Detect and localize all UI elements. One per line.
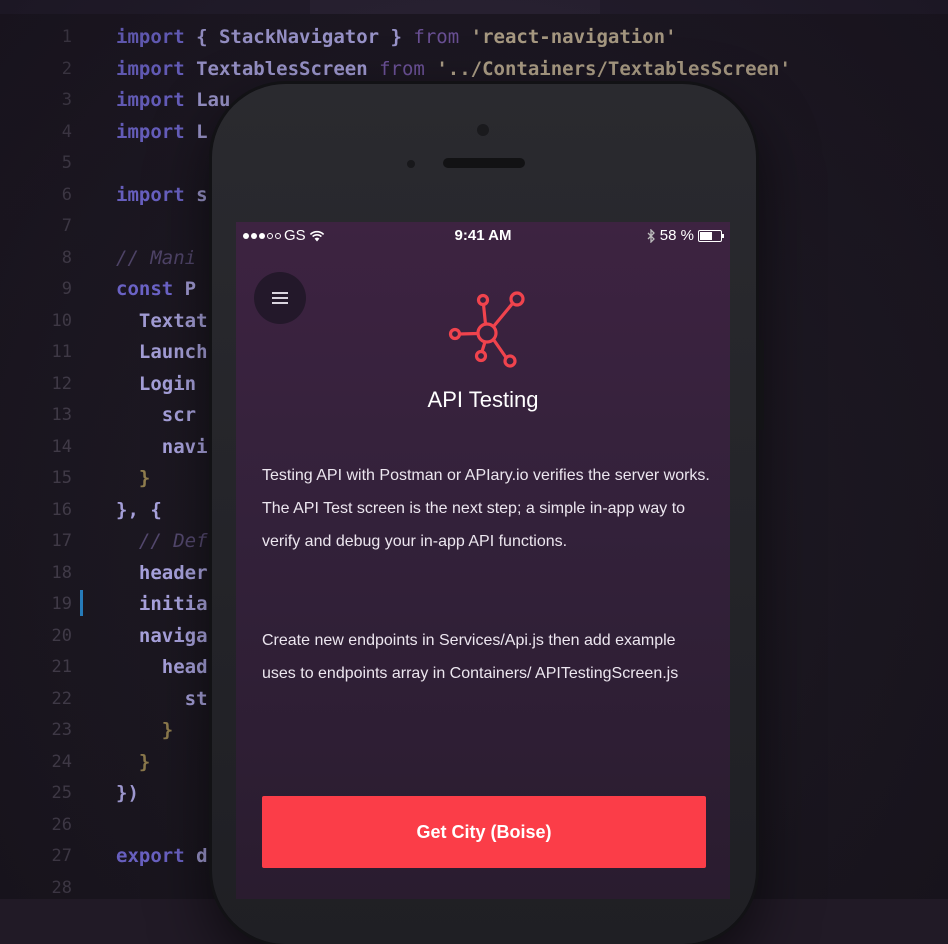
instructions-paragraph: Create new endpoints in Services/Api.js … bbox=[262, 632, 679, 682]
network-nodes-icon bbox=[448, 291, 525, 368]
battery-icon bbox=[698, 229, 724, 242]
earpiece-speaker bbox=[443, 158, 525, 168]
page-title: API Testing bbox=[427, 387, 539, 412]
description-paragraph: Testing API with Postman or APIary.io ve… bbox=[262, 467, 710, 550]
phone-side-button bbox=[758, 340, 764, 430]
status-bar-right: 58 % bbox=[647, 227, 724, 244]
get-city-button[interactable]: Get City (Boise) bbox=[262, 796, 706, 868]
front-camera bbox=[477, 124, 489, 136]
bluetooth-icon bbox=[647, 228, 655, 243]
phone-screen: GS 9:41 AM 58 % API Testing Testing API … bbox=[236, 222, 730, 899]
proximity-sensor bbox=[407, 160, 415, 168]
menu-button[interactable] bbox=[254, 272, 306, 324]
hamburger-menu-icon bbox=[272, 292, 288, 304]
battery-percent: 58 % bbox=[659, 227, 694, 244]
status-bar: GS 9:41 AM 58 % bbox=[236, 222, 730, 250]
